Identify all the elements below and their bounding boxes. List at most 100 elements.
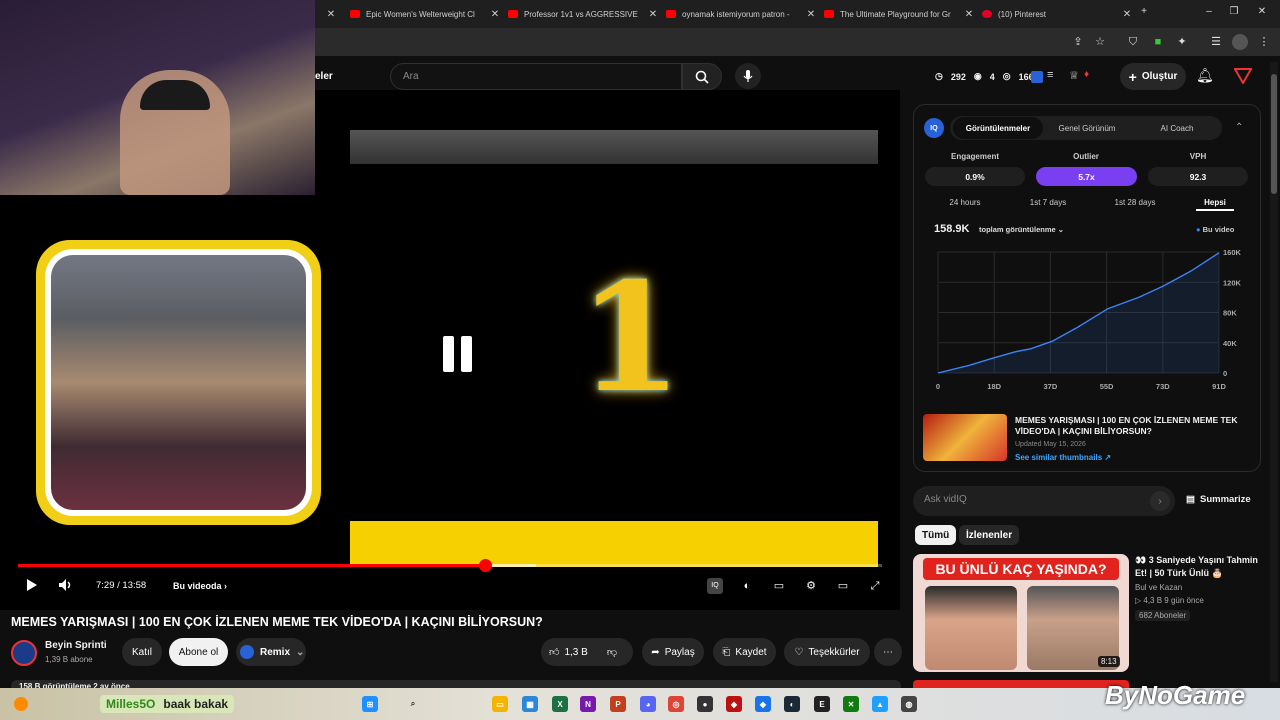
dislike-icon[interactable]: 👎︎ [607, 646, 617, 658]
bookmark-star-icon[interactable]: ☆ [1092, 34, 1108, 50]
similar-thumbnails-link[interactable]: See similar thumbnails ↗ [1015, 453, 1111, 462]
app-icon-blue[interactable]: ◆ [755, 696, 771, 712]
more-actions-icon[interactable]: ⋯ [874, 638, 902, 666]
updated-date: Updated May 15, 2026 [1015, 441, 1086, 448]
range-24h[interactable]: 24 hours [934, 198, 996, 207]
install-icon[interactable]: ⇪ [1070, 34, 1086, 50]
scrollbar-thumb[interactable] [1271, 74, 1277, 194]
ask-vidiq-input[interactable]: Ask vidIQ [913, 486, 1175, 516]
create-button[interactable]: + Oluştur [1120, 63, 1186, 90]
bell-icon[interactable]: 🔔︎ [1196, 67, 1214, 84]
autoplay-toggle-icon[interactable]: ◐ [738, 578, 756, 594]
shield-icon[interactable]: ⛉ [1125, 34, 1141, 50]
browser-tab[interactable]: Epic Women's Welterweight Cl ✕ [344, 4, 502, 24]
collapse-chevron-icon[interactable]: ⌃ [1235, 122, 1243, 133]
settings-gear-icon[interactable]: ⚙ [803, 578, 819, 594]
channel-avatar-icon[interactable] [1233, 68, 1253, 86]
close-icon[interactable]: ✕ [962, 9, 976, 20]
fullscreen-icon[interactable]: ⤢ [867, 578, 883, 594]
menu-dots-icon[interactable]: ⋮ [1256, 34, 1272, 50]
chapter-button[interactable]: Bu videoda › [173, 578, 233, 594]
steam-icon[interactable]: ◐ [784, 696, 800, 712]
next-thumbnail-edge[interactable] [913, 680, 1129, 688]
puzzle-icon[interactable]: ✦ [1174, 34, 1190, 50]
play-icon[interactable] [26, 578, 40, 594]
captions-icon[interactable]: ▭ [771, 578, 787, 594]
volume-icon[interactable] [58, 578, 76, 594]
calendar-icon[interactable]: ▦ [522, 696, 538, 712]
ask-placeholder: Ask vidIQ [924, 494, 967, 505]
subscribe-button[interactable]: Abone ol [169, 638, 228, 666]
close-icon[interactable]: ✕ [646, 9, 660, 20]
vidiq-icon[interactable]: IQ [707, 578, 723, 594]
mic-button[interactable] [735, 63, 761, 89]
close-window-icon[interactable]: ✕ [1252, 6, 1272, 17]
chapter-label: Bu videoda [173, 581, 222, 591]
taskbar-search-icon[interactable]: ⌕ [405, 696, 421, 712]
alert-icon[interactable]: ♦ [1084, 69, 1089, 80]
meme-image [51, 255, 306, 510]
profile-avatar[interactable] [1232, 34, 1248, 50]
discord-icon[interactable]: ◕ [640, 696, 656, 712]
remix-button[interactable]: Remix ⌄ [236, 638, 306, 666]
channel-name[interactable]: Beyin Sprinti [45, 640, 107, 651]
search-button[interactable] [682, 63, 722, 90]
browser-tab[interactable]: Professor 1v1 vs AGGRESSIVE (✕ [502, 4, 660, 24]
close-icon[interactable]: ✕ [324, 9, 338, 20]
app-icon-cyan[interactable]: ▲ [872, 696, 888, 712]
like-icon[interactable]: 👍︎ [549, 646, 559, 658]
app-icon-dark[interactable]: ◍ [901, 696, 917, 712]
nav-fragment[interactable]: eler [315, 71, 333, 82]
browser-tab[interactable]: (10) Pinterest ✕ [976, 4, 1134, 24]
powerpoint-icon[interactable]: P [610, 696, 626, 712]
new-tab-button[interactable]: + [1134, 6, 1154, 17]
onenote-icon[interactable]: N [580, 696, 596, 712]
tab-views[interactable]: Görüntülenmeler [953, 117, 1043, 139]
app-icon-red[interactable]: ◆ [726, 696, 742, 712]
minimize-icon[interactable]: – [1199, 6, 1219, 17]
browser-tab[interactable]: The Ultimate Playground for Gr ✕ [818, 4, 976, 24]
list-icon[interactable]: ≡ [1047, 69, 1053, 81]
like-count[interactable]: 1,3 B [564, 647, 587, 658]
recommended-title[interactable]: 👀 3 Saniyede Yaşını Tahmin Et! | 50 Türk… [1135, 554, 1261, 580]
xbox-icon[interactable]: ✕ [843, 696, 859, 712]
file-explorer-icon[interactable]: ▭ [492, 696, 508, 712]
summarize-button[interactable]: ▤ Summarize [1186, 494, 1251, 505]
browser-tab[interactable]: oynamak istemiyorum patron - ✕ [660, 4, 818, 24]
tab-ai-coach[interactable]: AI Coach [1135, 117, 1219, 139]
vidiq-header-icon[interactable] [1031, 71, 1043, 83]
range-28d[interactable]: 1st 28 days [1103, 198, 1167, 207]
tab-close-fragment[interactable]: ✕ [318, 4, 340, 24]
trophy-icon[interactable]: ♕ [1069, 69, 1079, 82]
start-icon[interactable]: ⊞ [362, 696, 378, 712]
range-7d[interactable]: 1st 7 days [1017, 198, 1079, 207]
range-all[interactable]: Hepsi [1196, 198, 1234, 211]
progress-scrubber[interactable] [478, 559, 492, 572]
share-button[interactable]: ➦ Paylaş [642, 638, 704, 666]
plus-icon: + [1128, 68, 1137, 85]
recommended-thumbnail[interactable]: BU ÜNLÜ KAÇ YAŞINDA? 8:13 [913, 554, 1129, 672]
restore-icon[interactable]: ❐ [1224, 6, 1244, 17]
ask-send-icon[interactable]: › [1150, 491, 1170, 511]
thanks-button[interactable]: ♡ Teşekkürler [784, 638, 870, 666]
media-icon[interactable]: ☰ [1208, 34, 1224, 50]
obs-icon[interactable]: ● [697, 696, 713, 712]
save-button[interactable]: ⎗ Kaydet [713, 638, 776, 666]
excel-icon[interactable]: X [552, 696, 568, 712]
weather-icon[interactable] [14, 697, 28, 711]
recommended-channel[interactable]: Bul ve Kazan [1135, 583, 1182, 592]
close-icon[interactable]: ✕ [804, 9, 818, 20]
filter-watched[interactable]: İzlenenler [959, 525, 1020, 545]
extension-icon[interactable]: ■ [1150, 34, 1166, 50]
join-button[interactable]: Katıl [122, 638, 162, 666]
epic-games-icon[interactable]: E [814, 696, 830, 712]
pause-icon[interactable] [443, 336, 473, 372]
tab-overview[interactable]: Genel Görünüm [1047, 117, 1127, 139]
channel-avatar[interactable] [11, 640, 37, 666]
filter-all[interactable]: Tümü [915, 525, 957, 545]
theater-mode-icon[interactable]: ▭ [835, 578, 851, 594]
search-input[interactable]: Ara [390, 63, 682, 90]
chrome-icon[interactable]: ◎ [668, 696, 684, 712]
close-icon[interactable]: ✕ [1120, 9, 1134, 20]
close-icon[interactable]: ✕ [488, 9, 502, 20]
